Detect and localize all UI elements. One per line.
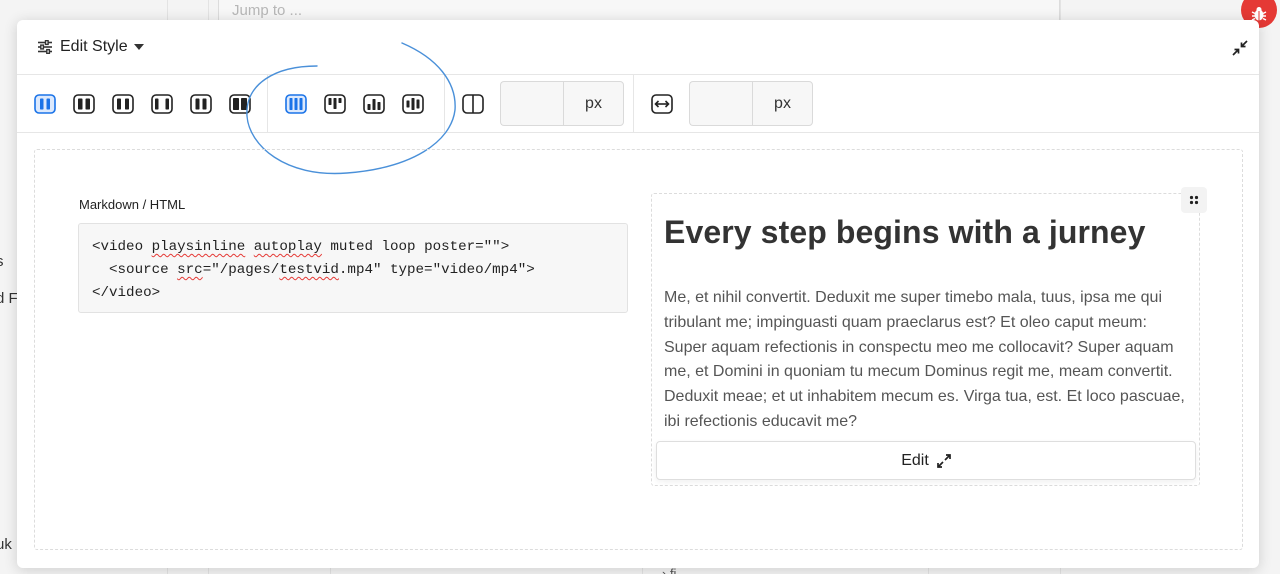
edge-text: d F: [0, 290, 18, 307]
collapse-arrows-icon: [1232, 40, 1248, 56]
gap-size-input[interactable]: [500, 81, 563, 126]
jump-to-placeholder: Jump to ...: [232, 2, 303, 19]
layout-2col-wide-button[interactable]: [73, 94, 95, 114]
sliders-icon: [38, 40, 52, 54]
align-stretch-button[interactable]: [285, 94, 307, 114]
preview-body: Me, et nihil convertit. Deduxit me super…: [664, 289, 1185, 430]
column-gap-icon: [462, 94, 484, 114]
code-line: </video>: [92, 285, 161, 301]
align-center-button[interactable]: [402, 94, 424, 114]
align-bottom-icon: [363, 94, 385, 114]
gap-size-group: px: [500, 81, 624, 126]
edge-text: s: [0, 253, 4, 270]
width-arrows-icon: [651, 94, 673, 114]
edit-button[interactable]: Edit: [656, 441, 1196, 480]
width-button[interactable]: [651, 94, 673, 114]
drag-handle[interactable]: [1181, 187, 1207, 213]
toolbar-divider: [444, 75, 445, 133]
style-toolbar: px px: [17, 75, 1259, 133]
width-unit-label: px: [752, 81, 813, 126]
layout-2col-bold-button[interactable]: [229, 94, 251, 114]
columns-icon: [229, 94, 251, 114]
collapse-button[interactable]: [1232, 40, 1248, 56]
preview-panel: Every step begins with a jurney Me, et n…: [651, 187, 1207, 486]
content-area: Markdown / HTML <video playsinline autop…: [34, 149, 1243, 550]
drag-handle-icon: [1189, 195, 1199, 205]
code-editor[interactable]: <video playsinline autoplay muted loop p…: [78, 223, 628, 313]
preview-heading: Every step begins with a jurney: [664, 214, 1146, 250]
layout-2col-narrow-button[interactable]: [34, 94, 56, 114]
columns-icon: [151, 94, 173, 114]
edge-text: uk: [0, 536, 12, 553]
layout-2col-split-button[interactable]: [112, 94, 134, 114]
edit-button-label: Edit: [901, 451, 929, 469]
align-stretch-icon: [285, 94, 307, 114]
editor-label: Markdown / HTML: [79, 197, 186, 212]
modal-header: Edit Style: [17, 20, 1259, 75]
gap-unit-label: px: [563, 81, 624, 126]
align-top-icon: [324, 94, 346, 114]
jump-to-search[interactable]: Jump to ...: [218, 0, 1060, 22]
code-line: <video playsinline autoplay muted loop p…: [92, 239, 510, 255]
columns-icon: [73, 94, 95, 114]
edit-style-modal: Edit Style px px Markdown / HTML <video …: [17, 20, 1259, 568]
code-line: <source src="/pages/testvid.mp4" type="v…: [92, 262, 535, 278]
columns-icon: [34, 94, 56, 114]
layout-2col-gap-button[interactable]: [151, 94, 173, 114]
columns-icon: [112, 94, 134, 114]
toolbar-divider: [633, 75, 634, 133]
expand-arrows-icon: [936, 453, 951, 468]
align-top-button[interactable]: [324, 94, 346, 114]
column-gap-button[interactable]: [462, 94, 484, 114]
align-center-icon: [402, 94, 424, 114]
edit-style-dropdown[interactable]: Edit Style: [37, 36, 144, 58]
toolbar-divider: [267, 75, 268, 133]
columns-icon: [190, 94, 212, 114]
layout-2col-equal-button[interactable]: [190, 94, 212, 114]
width-size-input[interactable]: [689, 81, 752, 126]
align-bottom-button[interactable]: [363, 94, 385, 114]
width-size-group: px: [689, 81, 813, 126]
caret-down-icon: [133, 44, 144, 50]
edit-style-title: Edit Style: [60, 38, 128, 55]
